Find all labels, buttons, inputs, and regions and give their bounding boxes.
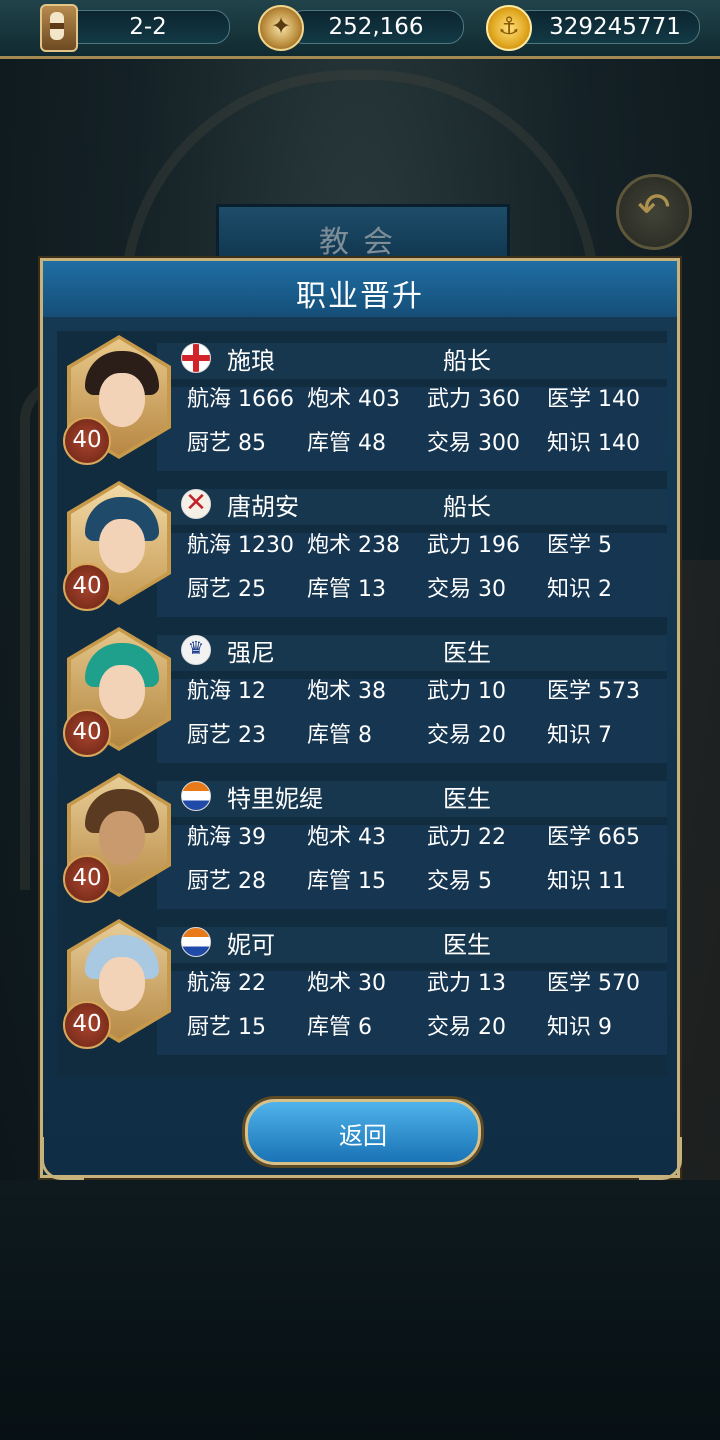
stat-trade: 交易 20 <box>427 1015 506 1040</box>
back-arrow-button[interactable]: ↶ <box>616 174 692 250</box>
stat-medicine: 医学 5 <box>547 533 612 558</box>
stat-storage: 库管 15 <box>307 869 386 894</box>
stat-combat: 武力 196 <box>427 533 520 558</box>
stat-knowledge: 知识 7 <box>547 723 612 748</box>
gold-display[interactable]: 329245771 <box>512 10 700 44</box>
stat-storage: 库管 6 <box>307 1015 372 1040</box>
gold-value: 329245771 <box>549 14 681 40</box>
officer-name: 强尼 <box>227 639 275 667</box>
stat-cooking: 厨艺 25 <box>187 577 266 602</box>
background-floor <box>0 1180 720 1440</box>
netherlands-flag-icon <box>181 781 211 811</box>
stat-cooking: 厨艺 85 <box>187 431 266 456</box>
stat-cooking: 厨艺 28 <box>187 869 266 894</box>
stat-combat: 武力 10 <box>427 679 506 704</box>
officer-job: 船长 <box>443 347 491 375</box>
officer-row[interactable]: 40 强尼 医生 航海 12 炮术 38 武力 10 医学 573 厨艺 23 … <box>57 627 667 767</box>
stat-medicine: 医学 140 <box>547 387 640 412</box>
stat-cooking: 厨艺 15 <box>187 1015 266 1040</box>
officer-job: 医生 <box>443 785 491 813</box>
return-button[interactable]: 返回 <box>245 1099 481 1165</box>
officer-row[interactable]: 40 施琅 船长 航海 1666 炮术 403 武力 360 医学 140 厨艺… <box>57 335 667 475</box>
level-badge: 40 <box>63 563 111 611</box>
stat-medicine: 医学 665 <box>547 825 640 850</box>
resource-bar: 2-2 252,166 329245771 <box>0 0 720 59</box>
dialog-title: 职业晋升 <box>296 279 424 314</box>
level-value: 40 <box>72 719 102 745</box>
return-button-label: 返回 <box>339 1122 387 1150</box>
stat-navigation: 航海 1230 <box>187 533 294 558</box>
corner-ornament <box>41 1137 84 1180</box>
compass-value: 252,166 <box>328 14 424 40</box>
stat-storage: 库管 13 <box>307 577 386 602</box>
stat-gunnery: 炮术 238 <box>307 533 400 558</box>
stat-navigation: 航海 22 <box>187 971 266 996</box>
officer-job: 船长 <box>443 493 491 521</box>
officer-job: 医生 <box>443 931 491 959</box>
stat-gunnery: 炮术 30 <box>307 971 386 996</box>
stat-gunnery: 炮术 403 <box>307 387 400 412</box>
level-value: 40 <box>72 865 102 891</box>
stage-display: 2-2 <box>56 10 230 44</box>
portugal-flag-icon <box>181 635 211 665</box>
level-badge: 40 <box>63 855 111 903</box>
stat-knowledge: 知识 140 <box>547 431 640 456</box>
stat-knowledge: 知识 11 <box>547 869 626 894</box>
level-value: 40 <box>72 427 102 453</box>
stat-navigation: 航海 39 <box>187 825 266 850</box>
level-value: 40 <box>72 573 102 599</box>
stat-cooking: 厨艺 23 <box>187 723 266 748</box>
officer-name: 特里妮缇 <box>227 785 323 813</box>
officer-row[interactable]: 40 特里妮缇 医生 航海 39 炮术 43 武力 22 医学 665 厨艺 2… <box>57 773 667 913</box>
corner-ornament <box>639 1137 682 1180</box>
stat-combat: 武力 13 <box>427 971 506 996</box>
officer-row[interactable]: 40 唐胡安 船长 航海 1230 炮术 238 武力 196 医学 5 厨艺 … <box>57 481 667 621</box>
stat-trade: 交易 30 <box>427 577 506 602</box>
burgundy-flag-icon <box>181 489 211 519</box>
netherlands-flag-icon <box>181 927 211 957</box>
back-arrow-icon: ↶ <box>637 185 671 231</box>
stat-trade: 交易 5 <box>427 869 492 894</box>
england-flag-icon <box>181 343 211 373</box>
stat-knowledge: 知识 2 <box>547 577 612 602</box>
officer-name: 妮可 <box>227 931 275 959</box>
stat-combat: 武力 360 <box>427 387 520 412</box>
stat-trade: 交易 300 <box>427 431 520 456</box>
officer-list[interactable]: 40 施琅 船长 航海 1666 炮术 403 武力 360 医学 140 厨艺… <box>57 331 667 1077</box>
officer-name: 唐胡安 <box>227 493 299 521</box>
compass-display: 252,166 <box>288 10 464 44</box>
stat-navigation: 航海 1666 <box>187 387 294 412</box>
dialog-title-bar: 职业晋升 <box>43 261 677 317</box>
hourglass-icon <box>40 4 78 52</box>
stat-gunnery: 炮术 38 <box>307 679 386 704</box>
stat-gunnery: 炮术 43 <box>307 825 386 850</box>
officer-job: 医生 <box>443 639 491 667</box>
stat-knowledge: 知识 9 <box>547 1015 612 1040</box>
officer-row[interactable]: 40 妮可 医生 航海 22 炮术 30 武力 13 医学 570 厨艺 15 … <box>57 919 667 1059</box>
church-title: 教会 <box>319 225 407 260</box>
stat-medicine: 医学 570 <box>547 971 640 996</box>
level-badge: 40 <box>63 1001 111 1049</box>
stat-medicine: 医学 573 <box>547 679 640 704</box>
stat-trade: 交易 20 <box>427 723 506 748</box>
stat-combat: 武力 22 <box>427 825 506 850</box>
stat-storage: 库管 48 <box>307 431 386 456</box>
anchor-coin-icon <box>486 5 532 51</box>
compass-icon <box>258 5 304 51</box>
level-badge: 40 <box>63 709 111 757</box>
stat-storage: 库管 8 <box>307 723 372 748</box>
stage-value: 2-2 <box>129 14 167 40</box>
promotion-dialog: 职业晋升 40 施琅 船长 航海 1666 炮术 403 武力 360 医学 1… <box>40 258 682 1180</box>
level-badge: 40 <box>63 417 111 465</box>
stat-navigation: 航海 12 <box>187 679 266 704</box>
officer-name: 施琅 <box>227 347 275 375</box>
level-value: 40 <box>72 1011 102 1037</box>
